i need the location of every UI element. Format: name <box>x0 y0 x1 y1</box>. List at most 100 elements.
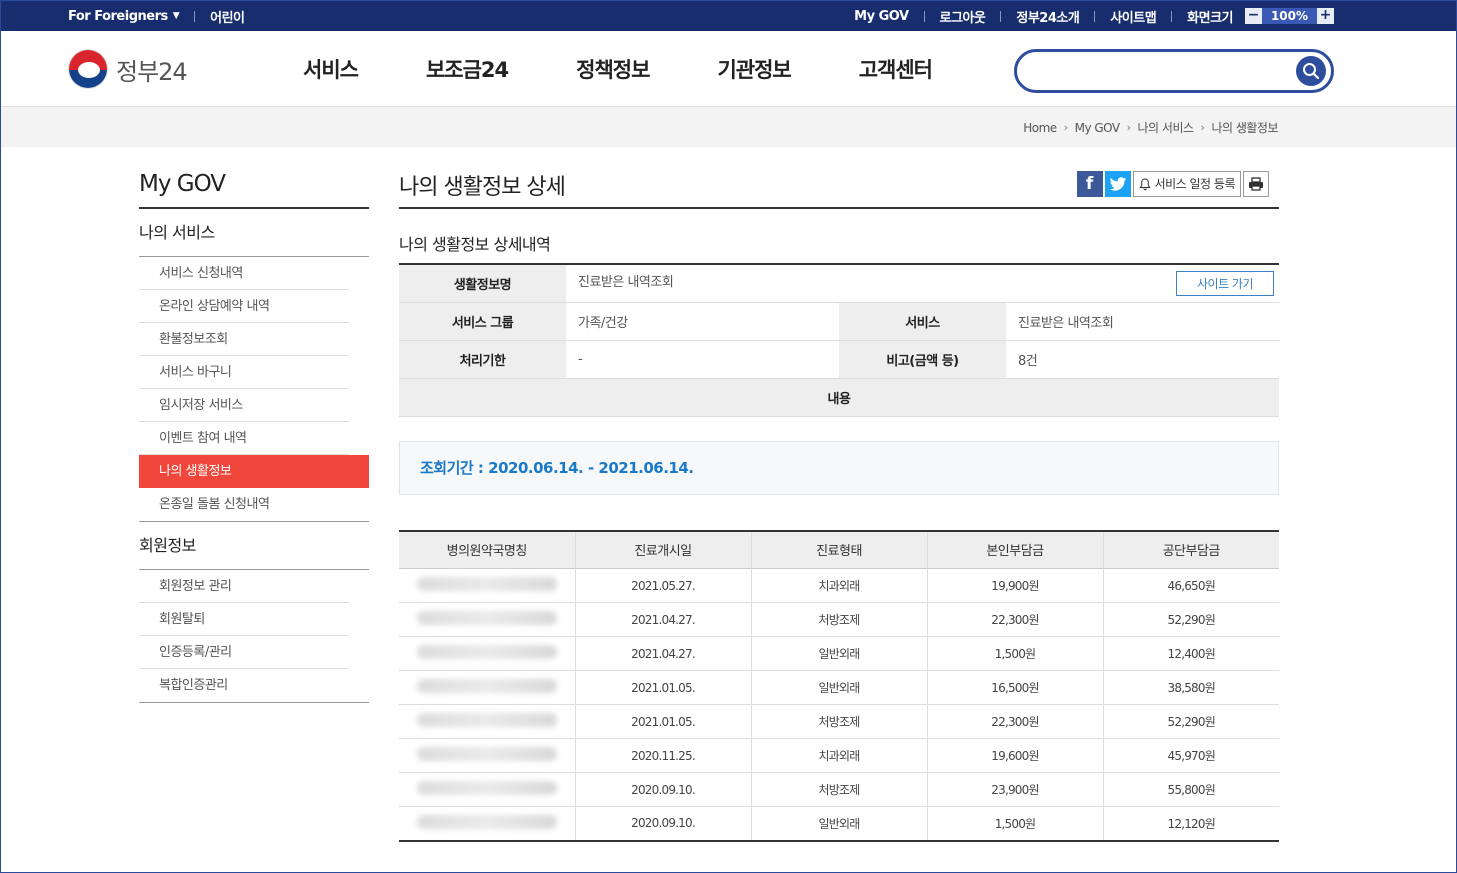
sidebar-item[interactable]: 이벤트 참여 내역 <box>139 422 369 455</box>
info-value: 진료받은 내역조회 <box>1006 302 1279 341</box>
column-header: 진료형태 <box>750 530 927 569</box>
zoom-value: 100% <box>1262 8 1317 24</box>
sitemap-link[interactable]: 사이트맵 <box>1110 7 1156 26</box>
breadcrumb-home[interactable]: Home <box>1023 121 1057 135</box>
sidebar-item[interactable]: 온종일 돌봄 신청내역 <box>139 488 369 521</box>
logo-text: 정부24 <box>116 57 188 86</box>
table-cell: 2020.09.10. <box>574 772 751 807</box>
table-row: 2021.05.27. 치과외래 19,900원 46,650원 <box>399 568 1279 603</box>
for-foreigners-menu[interactable]: For Foreigners ▼ <box>68 8 180 24</box>
nav-support[interactable]: 고객센터 <box>859 54 933 84</box>
hospital-name-blurred <box>399 636 575 671</box>
side-group-my-service[interactable]: 나의 서비스 <box>139 209 369 257</box>
nav-subsidy24[interactable]: 보조금24 <box>426 54 509 84</box>
side-group-member[interactable]: 회원정보 <box>139 522 369 570</box>
column-header: 진료개시일 <box>574 530 751 569</box>
table-cell: 46,650원 <box>1102 568 1279 603</box>
printer-icon <box>1249 177 1263 191</box>
sidebar-item[interactable]: 서비스 신청내역 <box>139 257 369 290</box>
table-cell: 16,500원 <box>926 670 1103 705</box>
table-row: 2020.09.10. 일반외래 1,500원 12,120원 <box>399 806 1279 841</box>
facebook-share-icon[interactable]: f <box>1076 171 1103 197</box>
bell-icon <box>1138 177 1151 190</box>
side-nav: My GOV 나의 서비스 서비스 신청내역 온라인 상담예약 내역 환불정보조… <box>139 147 369 703</box>
side-list-member: 회원정보 관리 회원탈퇴 인증등록/관리 복합인증관리 <box>139 570 369 703</box>
nav-policy[interactable]: 정책정보 <box>576 54 650 84</box>
breadcrumb-current: 나의 생활정보 <box>1211 121 1278 135</box>
twitter-bird-icon <box>1109 177 1126 191</box>
sidebar-item[interactable]: 환불정보조회 <box>139 323 369 356</box>
table-cell: 처방조제 <box>750 772 927 807</box>
twitter-share-icon[interactable] <box>1104 171 1131 197</box>
info-value: - <box>566 340 839 379</box>
mygov-link[interactable]: My GOV <box>854 9 909 24</box>
main-nav: 서비스 보조금24 정책정보 기관정보 고객센터 <box>303 31 1000 107</box>
zoom-out-button[interactable]: − <box>1245 8 1262 24</box>
about-link[interactable]: 정부24소개 <box>1016 7 1079 26</box>
zoom-label: 화면크기 <box>1187 10 1233 26</box>
zoom-in-button[interactable]: + <box>1317 8 1334 24</box>
for-foreigners-label: For Foreigners <box>68 8 168 24</box>
logout-link[interactable]: 로그아웃 <box>940 7 986 26</box>
divider <box>923 10 925 22</box>
table-row: 2021.04.27. 처방조제 22,300원 52,290원 <box>399 602 1279 637</box>
info-name-value: 진료받은 내역조회 <box>578 274 674 290</box>
sidebar-item[interactable]: 서비스 바구니 <box>139 356 369 389</box>
sidebar-item[interactable]: 회원탈퇴 <box>139 603 369 636</box>
sidebar-item[interactable]: 복합인증관리 <box>139 669 369 702</box>
sidebar-item[interactable]: 임시저장 서비스 <box>139 389 369 422</box>
treatment-list-table: 병의원약국명칭 진료개시일 진료형태 본인부담금 공단부담금 2021.05.2… <box>399 529 1279 842</box>
column-header: 공단부담금 <box>1102 530 1279 569</box>
search-icon <box>1303 63 1320 80</box>
zoom-control: − 100% + <box>1245 8 1334 24</box>
sidebar-item[interactable]: 인증등록/관리 <box>139 636 369 669</box>
info-value: 가족/건강 <box>566 302 839 341</box>
sidebar-item[interactable]: 온라인 상담예약 내역 <box>139 290 369 323</box>
info-label: 처리기한 <box>399 340 566 379</box>
sidebar-item-active[interactable]: 나의 생활정보 <box>139 455 369 488</box>
table-cell: 일반외래 <box>750 806 927 841</box>
kids-link[interactable]: 어린이 <box>210 7 245 26</box>
table-cell: 12,120원 <box>1102 806 1279 841</box>
breadcrumb-my-service[interactable]: 나의 서비스 <box>1138 119 1195 136</box>
table-cell: 2020.09.10. <box>574 806 751 841</box>
chevron-right-icon: › <box>1126 121 1131 134</box>
breadcrumb-bar: Home › My GOV › 나의 서비스 › 나의 생활정보 <box>1 107 1456 147</box>
go-to-site-button[interactable]: 사이트 가기 <box>1175 270 1274 296</box>
print-button[interactable] <box>1243 171 1269 197</box>
table-cell: 22,300원 <box>926 704 1103 739</box>
table-cell: 55,800원 <box>1102 772 1279 807</box>
nav-service[interactable]: 서비스 <box>303 54 359 84</box>
search-box <box>1014 49 1334 93</box>
table-cell: 2021.05.27. <box>574 568 751 603</box>
caret-down-icon: ▼ <box>172 11 180 21</box>
side-list-my-service: 서비스 신청내역 온라인 상담예약 내역 환불정보조회 서비스 바구니 임시저장… <box>139 257 369 522</box>
search-input[interactable] <box>1035 60 1285 82</box>
info-value: 진료받은 내역조회 사이트 가기 <box>566 264 1279 303</box>
table-cell: 12,400원 <box>1102 636 1279 671</box>
divider <box>1000 10 1002 22</box>
table-cell: 처방조제 <box>750 602 927 637</box>
table-cell: 52,290원 <box>1102 602 1279 637</box>
table-cell: 2021.01.05. <box>574 670 751 705</box>
nav-agency[interactable]: 기관정보 <box>717 54 791 84</box>
hospital-name-blurred <box>399 670 575 705</box>
hospital-name-blurred <box>399 568 575 603</box>
divider <box>1171 10 1173 22</box>
schedule-register-button[interactable]: 서비스 일정 등록 <box>1132 171 1241 197</box>
side-nav-title: My GOV <box>139 147 369 209</box>
column-header: 병의원약국명칭 <box>399 530 575 569</box>
info-table: 생활정보명 진료받은 내역조회 사이트 가기 서비스 그룹 가족/건강 서비스 … <box>399 263 1279 417</box>
logo-link[interactable]: 정부24 <box>68 49 188 89</box>
breadcrumb-mygov[interactable]: My GOV <box>1075 121 1121 135</box>
search-button[interactable] <box>1296 56 1326 86</box>
table-cell: 1,500원 <box>926 806 1103 841</box>
table-cell: 38,580원 <box>1102 670 1279 705</box>
table-cell: 19,600원 <box>926 738 1103 773</box>
hospital-name-blurred <box>399 806 575 841</box>
table-cell: 1,500원 <box>926 636 1103 671</box>
chevron-right-icon: › <box>1063 121 1068 134</box>
page-title: 나의 생활정보 상세 <box>399 175 566 200</box>
hospital-name-blurred <box>399 704 575 739</box>
sidebar-item[interactable]: 회원정보 관리 <box>139 570 369 603</box>
